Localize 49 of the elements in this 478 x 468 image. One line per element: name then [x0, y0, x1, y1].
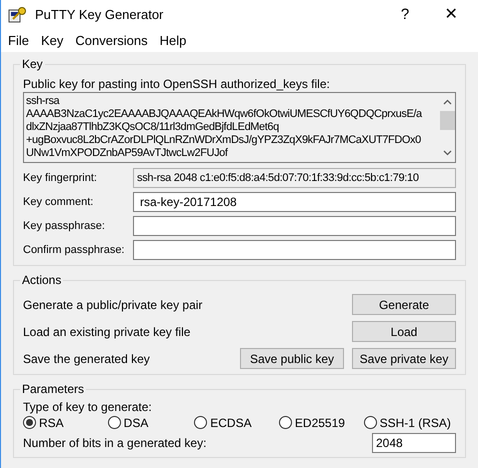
input-field[interactable] — [133, 216, 456, 236]
help-button[interactable]: ? — [382, 0, 428, 30]
action-button[interactable]: Save private key — [352, 348, 456, 369]
radio-label: SSH-1 (RSA) — [380, 414, 451, 432]
public-key-text: +ugBoxvuc8L2bCrAZorDLPlQLnRZnWDrXmDsJ/gYPZ3ZqX9kFAJr7MCaXUT7FDOx0 — [26, 134, 422, 147]
radio-label: ECDSA — [210, 414, 252, 432]
scrollbar-thumb[interactable] — [440, 111, 454, 130]
input-field[interactable] — [133, 240, 456, 260]
public-key-text: UNw1VmXPODZnbAP59AvTJtwcLw2FUJof — [26, 147, 229, 160]
public-key-text: ssh-rsa — [26, 95, 61, 108]
field-label: Key comment: — [23, 194, 94, 210]
group-title: Key — [21, 56, 44, 73]
public-key-field[interactable] — [23, 92, 456, 163]
fingerprint-field[interactable]: ssh-rsa 2048 c1:e0:f5:d8:a4:5d:07:70:1f:33:9d:cc:5b:c1:79:10 — [133, 168, 456, 188]
radio-button[interactable] — [23, 416, 36, 429]
action-label: Load an existing private key file — [23, 324, 192, 340]
action-button[interactable]: Save public key — [240, 348, 344, 369]
group-title: Parameters — [21, 381, 86, 398]
menu-item[interactable]: File — [3, 31, 34, 51]
field-label: Number of bits in a generated key: — [23, 435, 206, 452]
public-key-text: AAAAB3NzaC1yc2EAAAABJQAAAQEAkHWqw6fOkOtwiUMESCfUY6QDQCprxusE/a — [26, 108, 424, 121]
scroll-up-icon[interactable] — [442, 99, 452, 105]
scroll-down-icon[interactable] — [442, 150, 452, 156]
action-button[interactable]: Generate — [352, 294, 456, 315]
action-label: Generate a public/private key pair — [23, 296, 204, 314]
window-title: PuTTY Key Generator — [35, 6, 164, 24]
group-title: Actions — [21, 272, 62, 289]
field-label: Type of key to generate: — [23, 400, 153, 414]
menu-item[interactable]: Conversions — [70, 31, 153, 51]
input-field[interactable]: rsa-key-20171208 — [133, 192, 456, 212]
field-label: Confirm passphrase: — [23, 242, 126, 258]
radio-button[interactable] — [108, 416, 121, 429]
menu-item[interactable]: Key — [36, 31, 68, 51]
menu-item[interactable]: Help — [154, 31, 192, 51]
field-label: Key passphrase: — [23, 218, 106, 234]
action-button[interactable]: Load — [352, 321, 456, 342]
radio-label: RSA — [39, 414, 64, 432]
radio-button[interactable] — [194, 416, 208, 429]
close-button[interactable]: ✕ — [428, 0, 474, 30]
radio-button[interactable] — [364, 416, 377, 429]
app-icon — [7, 6, 27, 24]
radio-button[interactable] — [278, 416, 292, 429]
public-key-text: dlxZNzjaa87TlhbZ3KQsOC8/11rl3dmGedBjfdLEdMet6q — [26, 121, 280, 134]
bits-field[interactable]: 2048 — [372, 433, 456, 453]
radio-label: DSA — [124, 414, 148, 432]
field-label: Public key for pasting into OpenSSH authorized_keys file: — [23, 76, 331, 92]
radio-label: ED25519 — [294, 414, 345, 432]
field-label: Key fingerprint: — [23, 170, 98, 186]
action-label: Save the generated key — [23, 350, 151, 368]
